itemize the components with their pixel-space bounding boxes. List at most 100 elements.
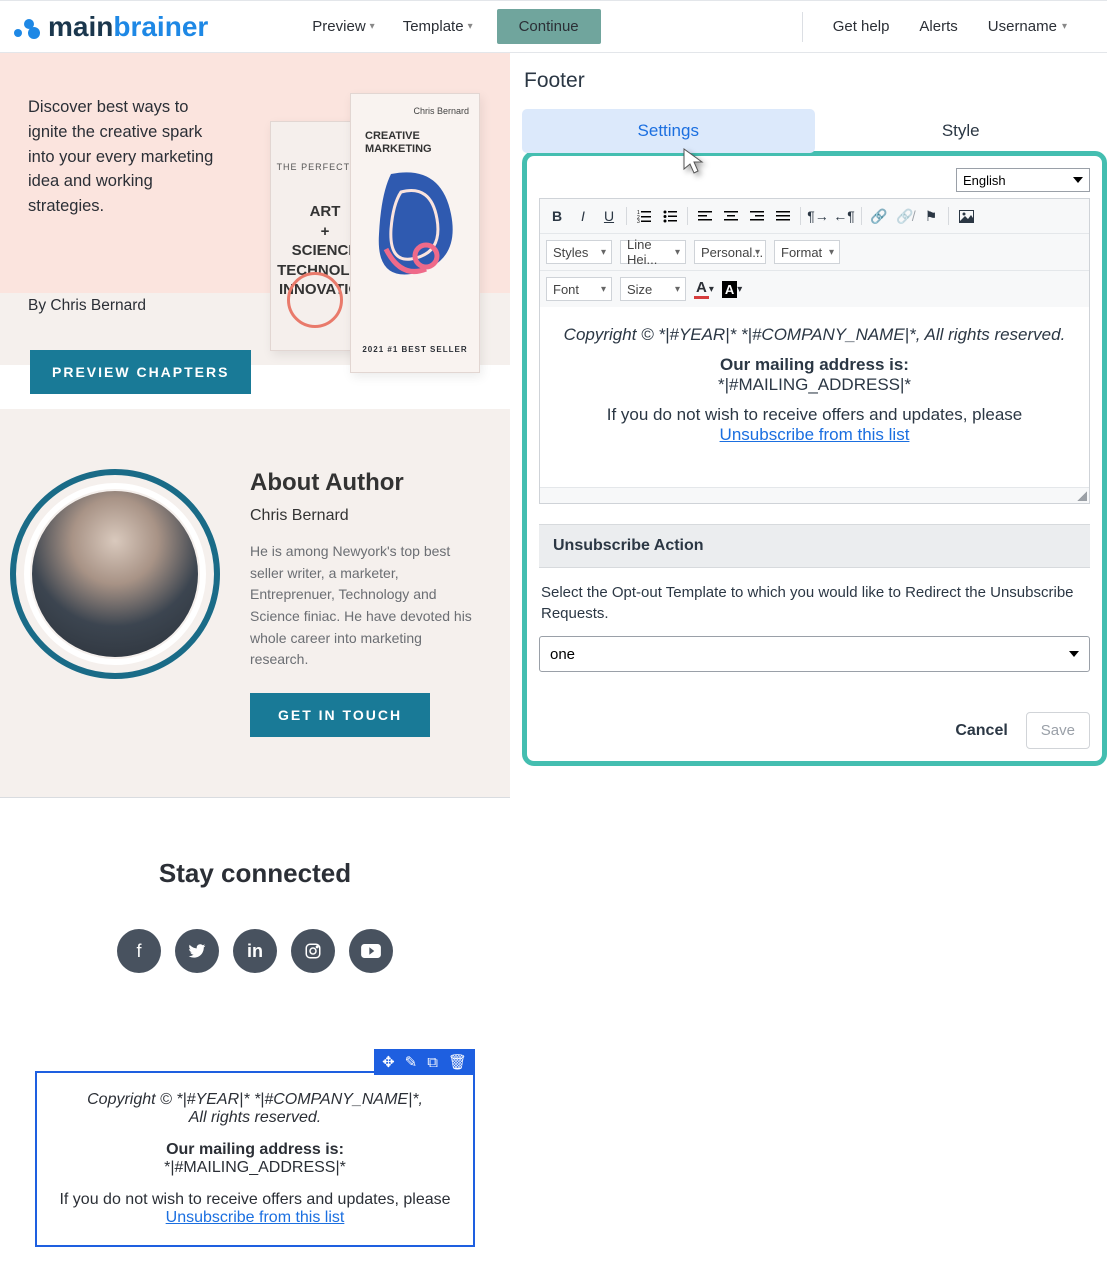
bg-color-picker[interactable]: A▾: [722, 281, 742, 298]
blob-icon: [371, 164, 461, 284]
bold-icon[interactable]: B: [546, 205, 568, 227]
youtube-icon[interactable]: [349, 929, 393, 973]
tab-style[interactable]: Style: [815, 109, 1107, 153]
logo-text-brain: brainer: [113, 11, 208, 42]
linkedin-icon[interactable]: in: [233, 929, 277, 973]
panel-tabs: Settings Style: [522, 109, 1107, 153]
book-front: Chris Bernard CREATIVE MARKETING 2021 #1…: [350, 93, 480, 373]
bullet-list-icon[interactable]: [659, 205, 681, 227]
rte-unsubscribe-link[interactable]: Unsubscribe from this list: [720, 425, 910, 444]
rte-mail-heading: Our mailing address is:: [554, 355, 1075, 375]
top-left-menus: Preview▾ Template ▾ Continue: [308, 9, 600, 44]
preview-menu[interactable]: Preview▾: [308, 12, 378, 41]
rte-toolbar-row3: Font Size A▾ A▾: [540, 271, 1089, 307]
footer-block-selected[interactable]: ✥ ✎ ⧉ 🗑 Copyright © *|#YEAR|* *|#COMPANY…: [35, 1071, 475, 1247]
size-dropdown[interactable]: Size: [620, 277, 686, 301]
footer-unsubscribe-link[interactable]: Unsubscribe from this list: [166, 1209, 345, 1226]
edit-icon[interactable]: ✎: [405, 1053, 418, 1071]
preview-canvas: Discover best ways to ignite the creativ…: [0, 53, 510, 1247]
template-menu-label: Template: [403, 18, 464, 35]
save-button[interactable]: Save: [1026, 712, 1090, 749]
unlink-icon[interactable]: 🔗̸: [894, 205, 916, 227]
footer-mail-heading: Our mailing address is:: [43, 1141, 467, 1159]
preview-chapters-button[interactable]: PREVIEW CHAPTERS: [30, 350, 251, 394]
ltr-icon[interactable]: ¶→: [807, 205, 829, 227]
move-icon[interactable]: ✥: [382, 1053, 395, 1071]
panel-actions: Cancel Save: [539, 712, 1090, 749]
personalization-dropdown[interactable]: Personal...: [694, 240, 766, 264]
anchor-icon[interactable]: ⚑: [920, 205, 942, 227]
book-front-bestseller: 2021 #1 BEST SELLER: [351, 345, 479, 354]
language-select[interactable]: English: [956, 168, 1090, 192]
chevron-down-icon: ▾: [1062, 21, 1067, 32]
chevron-down-icon: ▾: [468, 21, 473, 32]
optout-template-select[interactable]: one: [539, 636, 1090, 672]
top-right: Get help Alerts Username ▾: [802, 12, 1097, 42]
avatar-image: [32, 491, 198, 657]
instagram-icon[interactable]: [291, 929, 335, 973]
stay-heading: Stay connected: [0, 858, 510, 889]
svg-text:3: 3: [637, 219, 640, 223]
tab-settings[interactable]: Settings: [522, 109, 815, 153]
underline-icon[interactable]: U: [598, 205, 620, 227]
panel-title: Footer: [524, 69, 1107, 93]
username-label: Username: [988, 18, 1057, 35]
books-illustration: THE PERFECT BLE ART + SCIENCE TECHNOLOG …: [250, 77, 500, 377]
rte-resize-handle[interactable]: [540, 487, 1089, 503]
logo-dots-icon: [14, 13, 42, 41]
block-toolbar: ✥ ✎ ⧉ 🗑: [374, 1049, 475, 1075]
footer-settings-panel: Footer Settings Style English B I U 123: [510, 53, 1107, 1247]
facebook-icon[interactable]: f: [117, 929, 161, 973]
rte-toolbar-row1: B I U 123 ¶→ ←¶ 🔗 🔗̸: [540, 199, 1089, 234]
format-dropdown[interactable]: Format: [774, 240, 840, 264]
book-front-author: Chris Bernard: [413, 106, 469, 116]
top-bar: mainbrainer Preview▾ Template▾ Continue …: [0, 0, 1107, 53]
delete-icon[interactable]: 🗑: [448, 1053, 467, 1071]
image-icon[interactable]: [955, 205, 977, 227]
stay-connected-section: Stay connected f in: [0, 797, 510, 1003]
font-dropdown[interactable]: Font: [546, 277, 612, 301]
alerts-link[interactable]: Alerts: [919, 18, 957, 35]
align-left-icon[interactable]: [694, 205, 716, 227]
rich-text-editor: B I U 123 ¶→ ←¶ 🔗 🔗̸: [539, 198, 1090, 504]
hero-text: Discover best ways to ignite the creativ…: [28, 95, 228, 219]
hero-byline: By Chris Bernard: [28, 297, 146, 315]
line-height-dropdown[interactable]: Line Hei...: [620, 240, 686, 264]
about-bio: He is among Newyork's top best seller wr…: [250, 541, 480, 671]
rte-toolbar-row2: Styles Line Hei... Personal... Format: [540, 234, 1089, 271]
italic-icon[interactable]: I: [572, 205, 594, 227]
chevron-down-icon: ▾: [370, 21, 375, 32]
footer-copy-line2: All rights reserved.: [43, 1109, 467, 1127]
text-color-picker[interactable]: A▾: [694, 279, 714, 299]
rte-copyright: Copyright © *|#YEAR|* *|#COMPANY_NAME|*,…: [554, 325, 1075, 345]
about-heading: About Author: [250, 469, 480, 497]
logo[interactable]: mainbrainer: [14, 11, 208, 43]
template-menu[interactable]: Template ▾: [399, 12, 477, 41]
rte-wish: If you do not wish to receive offers and…: [554, 405, 1075, 425]
rtl-icon[interactable]: ←¶: [833, 205, 855, 227]
align-center-icon[interactable]: [720, 205, 742, 227]
styles-dropdown[interactable]: Styles: [546, 240, 612, 264]
twitter-icon[interactable]: [175, 929, 219, 973]
about-name: Chris Bernard: [250, 507, 480, 525]
get-in-touch-button[interactable]: GET IN TOUCH: [250, 693, 430, 737]
get-help-link[interactable]: Get help: [833, 18, 890, 35]
copy-icon[interactable]: ⧉: [427, 1054, 438, 1071]
rte-mail-value: *|#MAILING_ADDRESS|*: [554, 375, 1075, 395]
align-justify-icon[interactable]: [772, 205, 794, 227]
footer-copy-line1: Copyright © *|#YEAR|* *|#COMPANY_NAME|*,: [43, 1091, 467, 1109]
numbered-list-icon[interactable]: 123: [633, 205, 655, 227]
logo-text-main: main: [48, 11, 113, 42]
continue-button[interactable]: Continue: [497, 9, 601, 44]
unsubscribe-action-text: Select the Opt-out Template to which you…: [539, 568, 1090, 636]
about-author-section: About Author Chris Bernard He is among N…: [0, 409, 510, 797]
cancel-button[interactable]: Cancel: [955, 722, 1007, 740]
link-icon[interactable]: 🔗: [868, 205, 890, 227]
rte-content[interactable]: Copyright © *|#YEAR|* *|#COMPANY_NAME|*,…: [540, 307, 1089, 487]
username-menu[interactable]: Username ▾: [988, 18, 1067, 35]
book-front-title: CREATIVE MARKETING: [365, 130, 432, 156]
editor-highlight-box: English B I U 123 ¶→: [522, 151, 1107, 766]
align-right-icon[interactable]: [746, 205, 768, 227]
divider: [802, 12, 803, 42]
cursor-icon: [682, 147, 706, 175]
